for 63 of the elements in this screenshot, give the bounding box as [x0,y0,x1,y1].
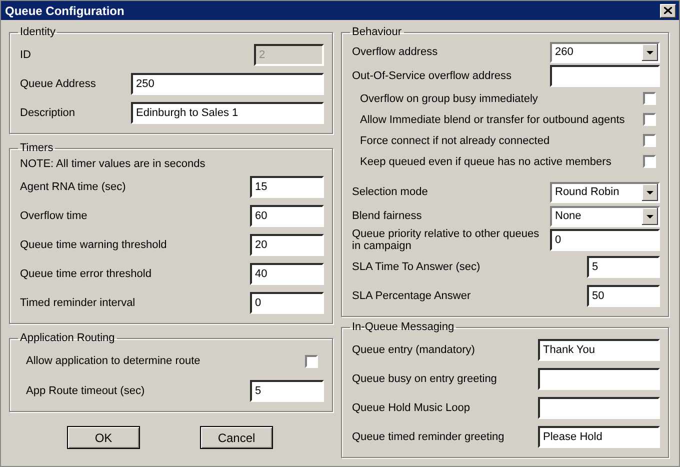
input-field[interactable]: Thank You [538,338,660,360]
group-title: Timers [19,142,54,154]
field-label: Overflow on group busy immediately [359,92,539,104]
checkbox[interactable] [643,92,656,105]
field-label: Queue priority relative to other queues in campaign [352,228,540,252]
checkbox[interactable] [643,155,656,168]
input-field[interactable]: 5 [250,380,324,402]
group-title: Application Routing [19,332,116,344]
field-label: Blend fairness [352,210,423,222]
field-label: Queue Hold Music Loop [352,402,472,414]
input-field[interactable]: 250 [131,72,324,94]
dropdown[interactable]: Round Robin [550,182,660,202]
field-label: Overflow time [20,210,88,222]
close-button[interactable] [660,4,676,18]
field-label: Selection mode [352,186,429,198]
cancel-button[interactable]: Cancel [200,426,273,449]
input-field[interactable]: 20 [250,234,324,256]
input-field[interactable]: Edinburgh to Sales 1 [131,102,324,124]
input-field[interactable]: 50 [587,284,660,306]
input-field[interactable]: 0 [250,292,324,314]
close-icon [664,7,672,14]
field-label: Force connect if not already connected [359,134,551,146]
field-label: App Route timeout (sec) [25,384,146,396]
dropdown[interactable]: None [550,206,660,226]
field-label: Keep queued even if queue has no active members [359,156,612,168]
field-label: Queue time error threshold [20,268,152,280]
checkbox[interactable] [305,354,318,368]
checkbox[interactable] [643,134,656,147]
field-label: Agent RNA time (sec) [20,180,127,192]
field-label: Queue Address [20,78,97,90]
group-title: Identity [19,26,56,38]
caret-icon [642,184,658,200]
input-field[interactable] [550,65,660,87]
dropdown[interactable]: 260 [550,42,660,62]
field-label: Queue busy on entry greeting [352,372,498,384]
field-label: ID [20,48,32,60]
field-label: Out-Of-Service overflow address [352,70,513,82]
input-field[interactable]: 60 [250,204,324,226]
window-title: Queue Configuration [5,4,124,18]
group-title: In-Queue Messaging [351,321,456,333]
group-title: Behaviour [351,26,403,38]
input-field[interactable]: Please Hold [538,426,660,448]
input-field[interactable]: 5 [587,256,660,278]
input-field[interactable] [538,396,660,418]
note-text: NOTE: All timer values are in seconds [20,158,206,170]
input-field[interactable]: 15 [250,176,324,198]
checkbox[interactable] [643,113,656,126]
field-label: Description [20,106,76,118]
input-field[interactable]: 40 [250,262,324,284]
field-label: Overflow address [352,46,439,58]
field-label: Queue timed reminder greeting [352,430,506,442]
field-label: SLA Percentage Answer [352,290,472,302]
caret-icon [642,44,658,60]
field-label: Queue entry (mandatory) [352,344,476,356]
field-label: Allow application to determine route [25,355,202,367]
field-label: Allow Immediate blend or transfer for outbound agents [359,114,626,126]
input-field[interactable] [538,368,660,390]
field-label: Queue time warning threshold [20,238,168,250]
field-label: Timed reminder interval [20,296,136,308]
input-field[interactable]: 0 [550,229,660,251]
ok-button[interactable]: OK [67,426,140,449]
field-label: SLA Time To Answer (sec) [352,260,482,272]
caret-icon [642,208,658,224]
